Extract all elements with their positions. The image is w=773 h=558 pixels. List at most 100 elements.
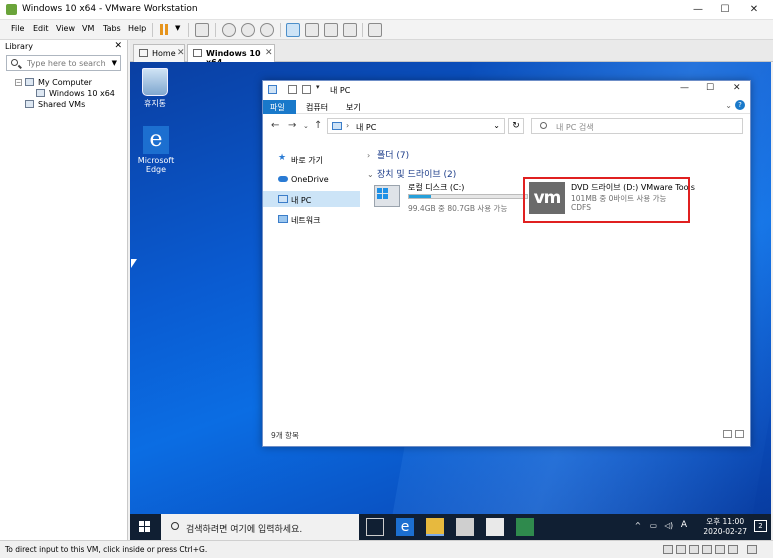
ime-indicator[interactable]: A <box>681 520 687 530</box>
drive-usage-fill <box>409 195 432 198</box>
ribbon-tab-view[interactable]: 보기 <box>339 100 368 114</box>
address-bar[interactable]: › 내 PC ⌄ <box>327 118 505 134</box>
full-screen-icon[interactable] <box>324 23 338 37</box>
close-icon[interactable]: ✕ <box>265 48 273 58</box>
up-icon[interactable]: ↑ <box>314 120 322 131</box>
windows-logo-icon <box>377 188 399 199</box>
menu-file[interactable]: File <box>11 24 24 33</box>
menu-tabs[interactable]: Tabs <box>103 24 121 33</box>
revert-snapshot-icon[interactable] <box>241 23 255 37</box>
unity-icon[interactable] <box>343 23 357 37</box>
explorer-title: 내 PC <box>330 86 351 95</box>
maximize-button[interactable]: ☐ <box>714 2 736 18</box>
pause-icon[interactable] <box>158 23 172 37</box>
library-close-icon[interactable]: ✕ <box>114 41 122 51</box>
file-explorer-icon[interactable] <box>426 518 444 536</box>
cd-dvd-icon[interactable] <box>676 545 686 554</box>
explorer-content: › 폴더 (7) ⌄ 장치 및 드라이브 (2) 로컬 디스크 (C:) 99.4G… <box>363 141 749 431</box>
expand-ribbon-icon[interactable]: ⌄ <box>725 101 732 110</box>
nav-item-onedrive[interactable]: OneDrive <box>263 171 360 187</box>
thumbnail-bar-icon[interactable] <box>305 23 319 37</box>
show-hidden-icons-icon[interactable]: ^ <box>635 521 641 530</box>
nav-item-network[interactable]: 네트워크 <box>263 211 360 227</box>
start-button[interactable] <box>139 521 150 532</box>
recycle-bin-icon <box>142 68 168 96</box>
pause-dropdown-icon[interactable]: ▼ <box>175 24 180 32</box>
breadcrumb-chevron-icon: › <box>346 121 350 130</box>
library-panel: Library ✕ Type here to search ▼ − My Com… <box>0 40 128 540</box>
menu-help[interactable]: Help <box>128 24 146 33</box>
maximize-button[interactable]: ☐ <box>706 83 714 93</box>
properties-icon[interactable] <box>288 85 297 94</box>
sound-icon[interactable] <box>715 545 725 554</box>
store-icon[interactable] <box>456 518 474 536</box>
group-folders[interactable]: › 폴더 (7) <box>367 148 409 161</box>
close-button[interactable]: ✕ <box>743 2 765 18</box>
close-button[interactable]: ✕ <box>733 83 741 93</box>
network-adapter-icon[interactable] <box>689 545 699 554</box>
menu-edit[interactable]: Edit <box>33 24 49 33</box>
chevron-down-icon[interactable]: ⌄ <box>493 121 500 130</box>
vm-display[interactable]: 휴지통 e Microsoft Edge ▾ 내 PC — ☐ ✕ 파일 컴퓨터… <box>130 62 771 540</box>
menu-view[interactable]: View <box>56 24 75 33</box>
library-header: Library ✕ <box>0 40 127 54</box>
network-icon[interactable]: ▭ <box>650 521 657 530</box>
taskbar-search-input[interactable]: 검색하려면 여기에 입력하세요. <box>161 514 359 540</box>
nav-item-this-pc[interactable]: 내 PC <box>263 191 360 207</box>
address-text: 내 PC <box>356 123 377 132</box>
chevron-down-icon[interactable]: ▼ <box>112 59 117 67</box>
volume-icon[interactable]: ◁) <box>664 521 673 530</box>
hard-disk-icon[interactable] <box>663 545 673 554</box>
action-center-icon[interactable]: 2 <box>754 520 767 532</box>
disk-icon <box>374 185 400 207</box>
back-icon[interactable]: ← <box>271 120 279 131</box>
search-icon <box>540 122 547 129</box>
desktop-icon-edge[interactable]: e Microsoft Edge <box>130 126 182 174</box>
console-view-icon[interactable] <box>368 23 382 37</box>
desktop-icon-label: Microsoft Edge <box>137 156 175 174</box>
explorer-search-input[interactable]: 내 PC 검색 <box>531 118 743 134</box>
recent-dropdown-icon[interactable]: ⌄ <box>303 122 309 130</box>
group-label: 장치 및 드라이브 (2) <box>377 170 457 180</box>
large-icons-view-icon[interactable] <box>735 430 744 438</box>
send-ctrl-alt-del-icon[interactable] <box>195 23 209 37</box>
message-icon[interactable] <box>747 545 757 554</box>
tree-item-windows10[interactable]: Windows 10 x64 <box>0 89 127 100</box>
snapshot-manager-icon[interactable] <box>260 23 274 37</box>
desktop-icon-recycle-bin[interactable]: 휴지통 <box>130 68 180 109</box>
tab-home[interactable]: Home ✕ <box>133 44 185 62</box>
toolbar-separator <box>152 23 153 37</box>
refresh-icon[interactable]: ↻ <box>508 118 524 134</box>
quick-access-dropdown-icon[interactable]: ▾ <box>316 83 320 91</box>
snapshot-icon[interactable] <box>222 23 236 37</box>
new-folder-icon[interactable] <box>302 85 311 94</box>
forward-icon[interactable]: → <box>288 120 296 131</box>
collapse-icon[interactable]: − <box>15 79 22 86</box>
close-icon[interactable]: ✕ <box>177 48 185 58</box>
home-icon <box>139 49 148 57</box>
nav-item-quick-access[interactable]: ★ 바로 가기 <box>263 151 360 167</box>
edge-icon[interactable]: e <box>396 518 414 536</box>
vmware-tools-icon[interactable] <box>516 518 534 536</box>
tab-windows10[interactable]: Windows 10 x64 ✕ <box>187 44 275 67</box>
display-icon[interactable] <box>728 545 738 554</box>
ribbon-tab-computer[interactable]: 컴퓨터 <box>299 100 335 114</box>
ribbon-tab-file[interactable]: 파일 <box>263 100 296 114</box>
help-icon[interactable]: ? <box>735 100 745 110</box>
status-bar: To direct input to this VM, click inside… <box>0 540 773 558</box>
minimize-button[interactable]: — <box>680 83 689 93</box>
minimize-button[interactable]: — <box>687 2 709 18</box>
drive-item-c[interactable]: 로컬 디스크 (C:) 99.4GB 중 80.7GB 사용 가능 <box>373 181 528 217</box>
mail-icon[interactable] <box>486 518 504 536</box>
usb-icon[interactable] <box>702 545 712 554</box>
clock[interactable]: 오후 11:00 2020-02-27 <box>703 517 747 537</box>
library-search-input[interactable]: Type here to search ▼ <box>6 55 121 71</box>
show-library-icon[interactable] <box>286 23 300 37</box>
task-view-icon[interactable] <box>366 518 384 536</box>
group-devices[interactable]: ⌄ 장치 및 드라이브 (2) <box>367 167 456 180</box>
details-view-icon[interactable] <box>723 430 732 438</box>
computer-icon <box>25 78 34 86</box>
tree-item-shared-vms[interactable]: Shared VMs <box>0 100 127 111</box>
menu-vm[interactable]: VM <box>82 24 94 33</box>
tree-item-my-computer[interactable]: − My Computer <box>0 78 127 89</box>
